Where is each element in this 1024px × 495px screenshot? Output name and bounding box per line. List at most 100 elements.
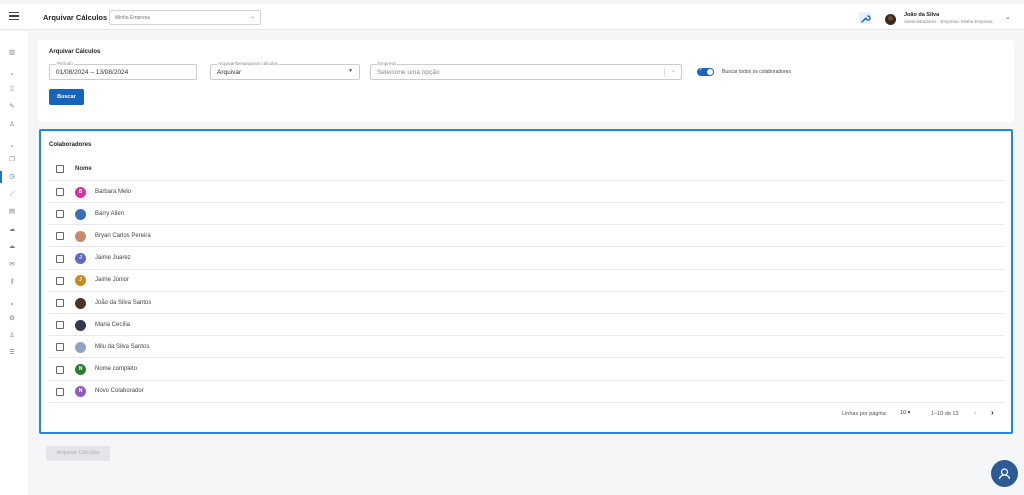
company-switcher[interactable]: Minha Empresa ⌄: [109, 10, 261, 25]
document-icon[interactable]: ▯: [6, 83, 18, 95]
user-list-icon[interactable]: ☰: [6, 347, 18, 359]
collaborator-name: Barry Allen: [95, 210, 125, 217]
edit-icon[interactable]: ✎: [6, 101, 18, 113]
row-divider: [49, 357, 1004, 359]
row-checkbox[interactable]: [56, 387, 64, 396]
rows-per-page-label: Linhas por página:: [842, 411, 888, 417]
avatar: [75, 297, 86, 309]
collaborators-title: Colaboradores: [49, 142, 92, 148]
collaborator-name: João da Silva Santos: [95, 299, 152, 306]
select-all-checkbox[interactable]: [56, 165, 64, 173]
toggle-knob: [707, 69, 713, 75]
row-divider: [49, 313, 1004, 314]
chevron-down-icon: ⌄: [249, 14, 255, 20]
row-checkbox[interactable]: [56, 343, 64, 352]
search-button[interactable]: Buscar: [49, 89, 84, 105]
wrench-icon: [861, 15, 871, 23]
previous-page-icon[interactable]: ‹: [974, 408, 977, 417]
collaborator-name: Jaime Juarez: [95, 255, 131, 262]
support-icon: [998, 468, 1011, 480]
collaborator-name: Barbara Melo: [95, 188, 132, 195]
user-menu-chevron-icon[interactable]: ⌄: [1005, 13, 1011, 21]
row-checkbox[interactable]: [56, 365, 64, 374]
alarm-clock-icon[interactable]: ◷: [6, 171, 18, 183]
collaborator-name: Novo Colaborador: [95, 388, 144, 395]
header-divider: [49, 180, 1004, 181]
row-checkbox[interactable]: [56, 299, 64, 307]
row-divider: [49, 379, 1004, 381]
user-icon[interactable]: ♙: [6, 330, 18, 342]
chat-icon[interactable]: ▤: [6, 206, 18, 218]
search-all-label: Buscar todos os colaboradores: [722, 69, 791, 75]
filter-card-title: Arquivar Cálculos: [49, 49, 101, 55]
row-divider: [49, 290, 1004, 292]
avatar: [75, 319, 86, 331]
column-header-name: Nome: [75, 166, 92, 172]
collaborator-name: Bryan Carlos Pereira: [95, 232, 151, 239]
select-divider: [664, 68, 665, 77]
key-icon[interactable]: ⚷: [6, 276, 18, 288]
rows-per-page-value: 10: [900, 410, 907, 416]
dashboard-icon[interactable]: ▥: [6, 47, 18, 59]
collaborator-name: Nome completo: [95, 366, 138, 373]
cloud-icon[interactable]: ☁: [6, 224, 18, 236]
company-select[interactable]: Empresa Selecione uma opção ⌄: [370, 61, 682, 80]
check-icon: ✓: [699, 67, 704, 73]
collaborator-name: Milu da Silva Santos: [95, 343, 150, 350]
trend-icon[interactable]: ⟋: [6, 189, 18, 201]
row-divider: [49, 401, 1004, 403]
row-checkbox[interactable]: [56, 210, 64, 219]
row-divider: [49, 268, 1004, 270]
page-title: Arquivar Cálculos: [43, 13, 108, 22]
archive-action-value: Arquivar: [217, 69, 242, 76]
archive-action-label: Arquivar/Desarquivar cálculos: [217, 61, 279, 66]
help-fab[interactable]: [991, 460, 1018, 487]
archive-action-select[interactable]: Arquivar/Desarquivar cálculos Arquivar ▼: [210, 61, 360, 80]
gear-icon[interactable]: ⚙: [6, 313, 18, 325]
company-switcher-value: Minha Empresa: [115, 14, 151, 21]
period-label: Período: [56, 61, 74, 66]
collaborator-name: Jaime Júnior: [95, 277, 130, 284]
avatar[interactable]: [885, 14, 896, 25]
collaborator-name: Maria Cecília: [95, 321, 131, 328]
chevron-down-icon: ⌄: [670, 68, 676, 74]
search-all-toggle[interactable]: ✓: [697, 67, 714, 76]
archive-calculations-button[interactable]: Arquivar Cálculos: [46, 446, 110, 461]
next-page-icon[interactable]: ›: [991, 408, 994, 417]
avatar: [75, 230, 86, 242]
rows-per-page-select[interactable]: 10 ▾: [900, 410, 910, 416]
collaborators-card: [39, 129, 1013, 434]
row-divider: [49, 246, 1004, 248]
section-dot: [11, 303, 13, 305]
top-bar: Arquivar Cálculos Minha Empresa ⌄ João d…: [0, 4, 1024, 30]
pagination-range: 1–10 de 13: [931, 411, 959, 417]
tools-button[interactable]: [859, 12, 871, 24]
user-name: João da Silva: [904, 12, 940, 18]
row-checkbox[interactable]: [56, 188, 64, 196]
section-dot: [11, 145, 13, 147]
period-field[interactable]: Período 01/08/2024 – 13/08/2024: [49, 61, 197, 80]
avatar: B: [75, 186, 86, 198]
sidebar: ▥ ▯ ✎ ♙ ❐ ◷ ⟋ ▤ ☁ ☁ ✉ ⚷ ⚙ ♙ ☰: [0, 31, 28, 495]
row-checkbox[interactable]: [56, 276, 64, 285]
dropdown-arrow-icon: ▼: [348, 68, 353, 74]
files-icon[interactable]: ❐: [6, 154, 18, 166]
menu-icon[interactable]: [9, 12, 19, 20]
row-checkbox[interactable]: [56, 232, 64, 241]
user-role: Administradores - Empresa: Minha Empresa: [904, 19, 993, 24]
company-label: Empresa: [377, 61, 398, 66]
cloud-sync-icon[interactable]: ☁: [6, 241, 18, 253]
mail-icon[interactable]: ✉: [6, 259, 18, 271]
filter-card: [38, 40, 1014, 122]
row-checkbox[interactable]: [56, 254, 64, 263]
avatar: [75, 341, 86, 353]
row-divider: [49, 224, 1004, 226]
company-placeholder: Selecione uma opção: [377, 69, 440, 76]
person-icon[interactable]: ♙: [6, 119, 18, 131]
row-divider: [49, 202, 1004, 203]
row-checkbox[interactable]: [56, 321, 64, 330]
avatar: [75, 208, 86, 220]
row-divider: [49, 335, 1004, 337]
dropdown-arrow-icon: ▾: [907, 410, 911, 416]
active-indicator: [0, 171, 2, 183]
